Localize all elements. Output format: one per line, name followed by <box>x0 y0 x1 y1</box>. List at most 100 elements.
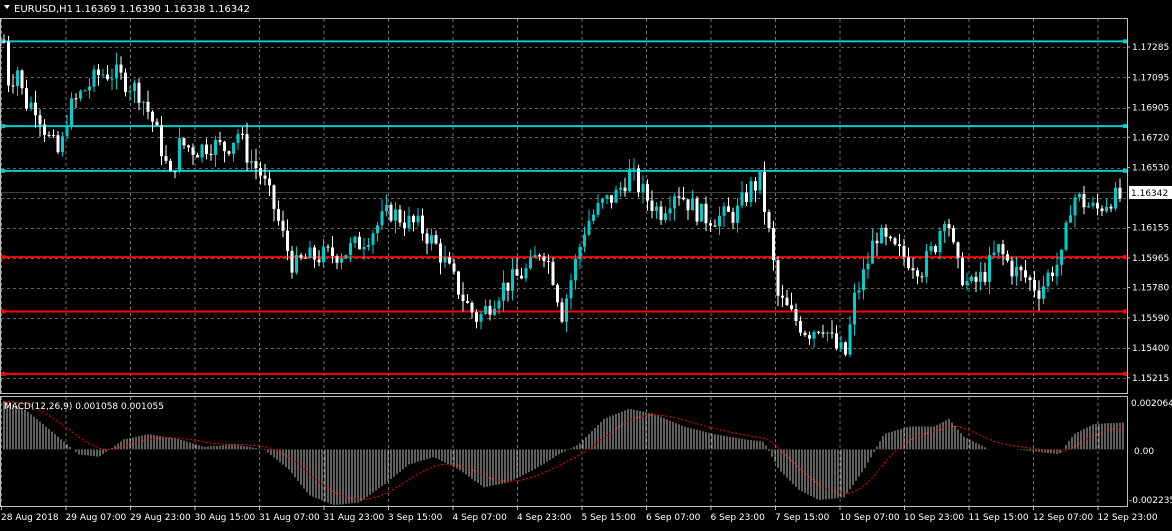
candle-body <box>515 269 519 276</box>
candle-body <box>421 215 424 234</box>
candle-body <box>29 102 33 109</box>
resistance-level-handle[interactable] <box>1123 168 1127 173</box>
candle-body <box>718 215 721 227</box>
candle-body <box>61 136 64 153</box>
candle-body <box>169 160 172 172</box>
candle-body <box>385 204 388 212</box>
resistance-level-handle[interactable] <box>1123 39 1127 44</box>
time-tick-label: 6 Sep 23:00 <box>711 513 766 523</box>
candle-body <box>569 280 573 299</box>
candle-body <box>875 240 879 244</box>
candle-body <box>142 101 145 103</box>
time-tick-label: 29 Aug 07:00 <box>66 513 127 523</box>
candle-body <box>542 256 546 261</box>
time-tick-label: 5 Sep 15:00 <box>582 513 637 523</box>
candle-body <box>610 195 613 203</box>
time-tick-label: 4 Sep 23:00 <box>517 513 572 523</box>
time-tick-label: 31 Aug 23:00 <box>324 513 385 523</box>
candle-body <box>502 282 505 301</box>
support-level-handle[interactable] <box>1123 371 1127 376</box>
candle-body <box>79 91 82 99</box>
candle-body <box>497 300 501 309</box>
resistance-level-handle[interactable] <box>1 168 5 173</box>
candle-body <box>871 240 874 264</box>
candle-body <box>223 141 226 152</box>
candle-body <box>754 181 757 191</box>
candle-body <box>578 246 582 259</box>
candle-body <box>1087 205 1090 208</box>
candle-body <box>601 198 604 203</box>
trading-chart[interactable]: 1.17285 1.17095 1.16905 1.16720 1.16530 1.161… <box>0 0 1172 527</box>
time-tick-label: 10 Sep 23:00 <box>904 513 964 523</box>
candle-body <box>547 260 550 262</box>
support-level-handle[interactable] <box>1 371 5 376</box>
candle-body <box>1019 266 1023 271</box>
candle-body <box>956 242 960 258</box>
candle-body <box>1118 187 1122 199</box>
candle-body <box>938 230 942 253</box>
time-tick-label: 4 Sep 07:00 <box>453 513 508 523</box>
resistance-level-handle[interactable] <box>1123 124 1127 129</box>
candle-body <box>992 252 996 256</box>
candle-body <box>277 208 280 221</box>
candle-body <box>245 134 249 163</box>
candle-body <box>295 254 298 273</box>
candle-body <box>880 227 883 244</box>
support-level-handle[interactable] <box>1 309 5 314</box>
candle-body <box>826 332 829 334</box>
candle-body <box>605 195 609 199</box>
candle-body <box>916 270 919 277</box>
candle-body <box>763 171 766 213</box>
candle-body <box>632 168 636 170</box>
candle-body <box>1028 277 1032 281</box>
candle-body <box>412 215 415 223</box>
chart-canvas[interactable]: 1.17285 1.17095 1.16905 1.16720 1.16530 1.161… <box>0 0 1172 527</box>
candle-body <box>232 142 235 154</box>
candle-body <box>457 271 460 295</box>
support-level-handle[interactable] <box>1123 309 1127 314</box>
candle-body <box>628 168 631 192</box>
candle-body <box>965 280 969 286</box>
candle-body <box>119 64 123 73</box>
candle-body <box>1109 206 1113 209</box>
candle-body <box>254 161 258 169</box>
candle-body <box>781 295 784 298</box>
candle-body <box>268 178 271 186</box>
resistance-level-handle[interactable] <box>1 124 5 129</box>
candle-body <box>650 200 654 211</box>
price-tick-label: 1.17095 <box>1132 73 1169 83</box>
price-tick-label: 1.16720 <box>1132 133 1169 143</box>
candle-body <box>2 41 6 43</box>
support-level-handle[interactable] <box>1123 255 1127 260</box>
time-tick-label: 11 Sep 15:00 <box>969 513 1029 523</box>
candle-body <box>709 223 712 226</box>
candle-body <box>394 209 397 221</box>
support-level-handle[interactable] <box>1 255 5 260</box>
candle-body <box>434 235 438 244</box>
candle-body <box>560 302 564 322</box>
candle-body <box>812 331 816 339</box>
candle-body <box>731 211 735 223</box>
candle-body <box>839 342 843 349</box>
candle-body <box>281 220 285 231</box>
candle-body <box>961 257 964 286</box>
candle-body <box>907 256 910 269</box>
candle-body <box>767 212 771 228</box>
candle-body <box>236 133 240 143</box>
candle-body <box>1069 215 1072 223</box>
candle-body <box>1037 290 1041 299</box>
candle-body <box>124 72 127 92</box>
candle-body <box>272 185 276 209</box>
candle-body <box>1064 222 1068 250</box>
candle-body <box>524 268 528 279</box>
candle-body <box>160 125 163 157</box>
candle-body <box>20 70 24 89</box>
candle-body <box>704 203 708 224</box>
candle-body <box>290 250 294 273</box>
candle-body <box>398 209 402 223</box>
time-tick-label: 3 Sep 15:00 <box>388 513 443 523</box>
symbol-label[interactable]: EURUSD,H1 <box>14 4 73 15</box>
candle-body <box>92 69 96 87</box>
candle-body <box>1096 202 1099 209</box>
candle-body <box>1100 208 1104 212</box>
